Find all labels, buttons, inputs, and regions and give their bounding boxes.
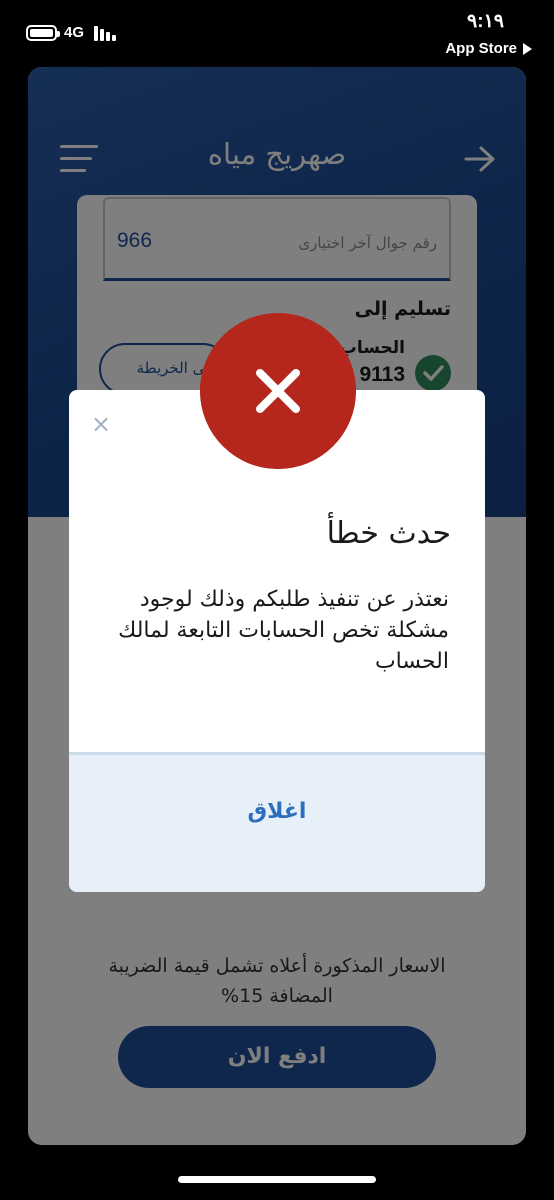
dialog-close-button[interactable]: اغلاق	[69, 799, 485, 824]
x-icon	[200, 313, 356, 469]
signal-icon	[94, 25, 122, 41]
play-arrow-icon	[523, 42, 532, 55]
dialog-title: حدث خطأ	[326, 516, 451, 551]
back-app-label: App Store	[445, 40, 517, 57]
network-type: 4G	[64, 24, 85, 41]
battery-icon	[26, 25, 60, 41]
dialog-message: نعتذر عن تنفيذ طلبكم وذلك لوجود مشكلة تخ…	[118, 587, 449, 674]
back-to-app-store-link[interactable]: App Store	[445, 40, 532, 57]
status-time: ٩:١٩	[467, 11, 504, 32]
home-indicator[interactable]	[178, 1176, 376, 1183]
dialog-footer: اغلاق	[69, 755, 485, 892]
close-icon[interactable]: ×	[89, 410, 113, 438]
status-bar: 4G ٩:١٩ App Store	[0, 0, 554, 62]
